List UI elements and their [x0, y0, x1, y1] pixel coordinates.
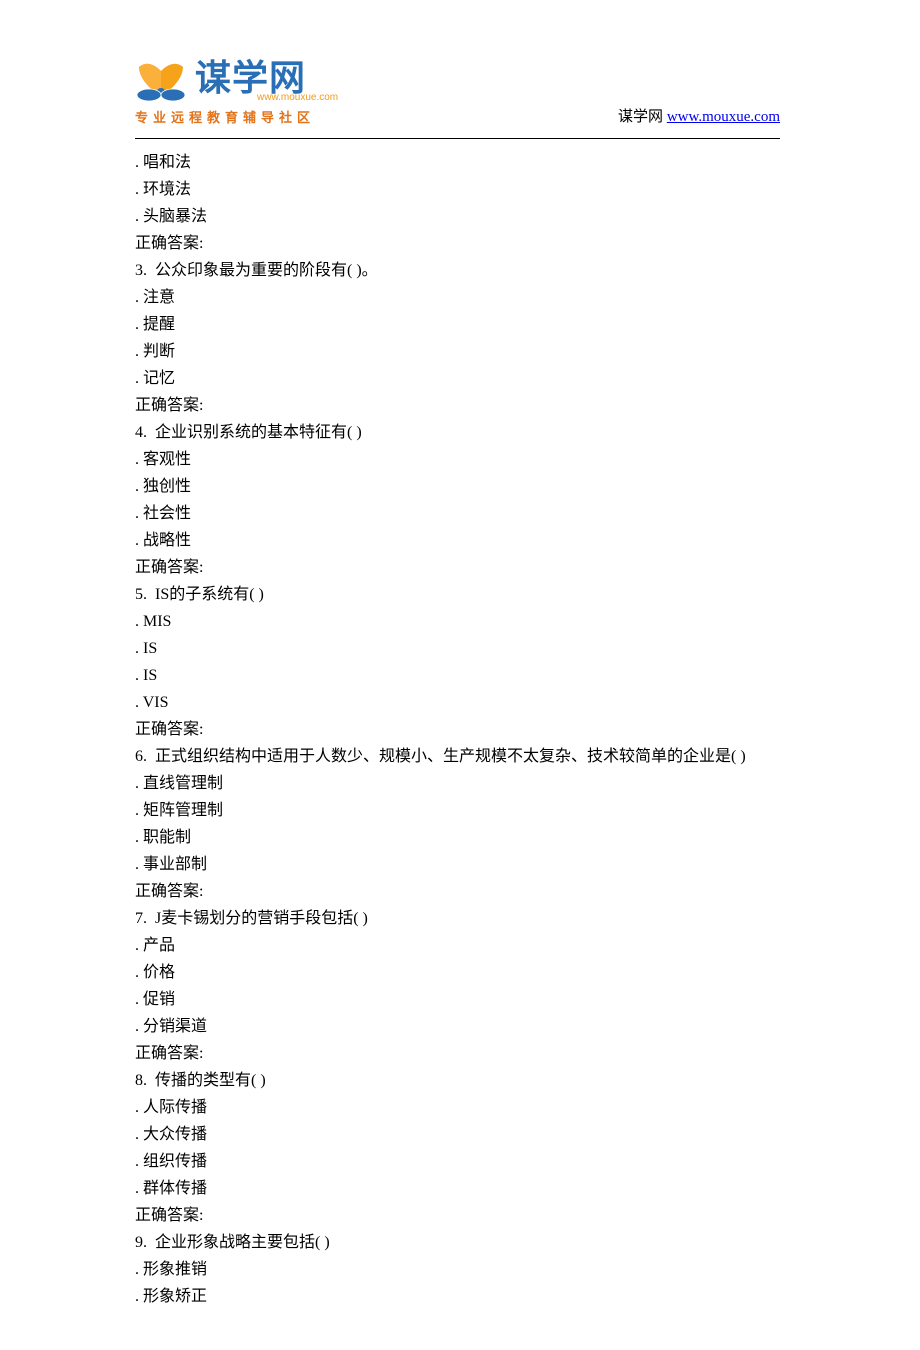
body-line: . 形象推销: [135, 1256, 780, 1283]
body-line: . 事业部制: [135, 851, 780, 878]
body-line: . 头脑暴法: [135, 203, 780, 230]
body-line: . 判断: [135, 338, 780, 365]
body-line: . 群体传播: [135, 1175, 780, 1202]
body-line: 8. 传播的类型有( ): [135, 1067, 780, 1094]
body-line: . 人际传播: [135, 1094, 780, 1121]
body-line: . 组织传播: [135, 1148, 780, 1175]
body-line: . 唱和法: [135, 149, 780, 176]
body-line: . 注意: [135, 284, 780, 311]
page-header: 谋学网 www.mouxue.com 专业远程教育辅导社区 谋学网 www.mo…: [0, 60, 920, 132]
body-line: . 战略性: [135, 527, 780, 554]
body-line: . 产品: [135, 932, 780, 959]
body-line: . 直线管理制: [135, 770, 780, 797]
logo-row: 谋学网 www.mouxue.com: [135, 60, 338, 103]
body-line: 正确答案:: [135, 392, 780, 419]
body-line: 正确答案:: [135, 878, 780, 905]
body-line: 3. 公众印象最为重要的阶段有( )。: [135, 257, 780, 284]
body-line: . 职能制: [135, 824, 780, 851]
body-line: . 形象矫正: [135, 1283, 780, 1310]
body-line: 5. IS的子系统有( ): [135, 581, 780, 608]
document-page: 谋学网 www.mouxue.com 专业远程教育辅导社区 谋学网 www.mo…: [0, 0, 920, 1350]
body-line: . 提醒: [135, 311, 780, 338]
site-link[interactable]: www.mouxue.com: [667, 109, 780, 125]
body-line: . 价格: [135, 959, 780, 986]
logo-title: 谋学网: [195, 60, 338, 96]
document-body: . 唱和法. 环境法. 头脑暴法正确答案:3. 公众印象最为重要的阶段有( )。…: [0, 149, 920, 1310]
body-line: . 社会性: [135, 500, 780, 527]
body-line: . 独创性: [135, 473, 780, 500]
body-line: 正确答案:: [135, 230, 780, 257]
body-line: . 记忆: [135, 365, 780, 392]
body-line: . IS: [135, 662, 780, 689]
body-line: . 矩阵管理制: [135, 797, 780, 824]
body-line: . 分销渠道: [135, 1013, 780, 1040]
body-line: 9. 企业形象战略主要包括( ): [135, 1229, 780, 1256]
body-line: . 客观性: [135, 446, 780, 473]
site-logo: 谋学网 www.mouxue.com 专业远程教育辅导社区: [135, 60, 338, 126]
body-line: 正确答案:: [135, 1202, 780, 1229]
body-line: . 环境法: [135, 176, 780, 203]
body-line: . IS: [135, 635, 780, 662]
body-line: . VIS: [135, 689, 780, 716]
body-line: 6. 正式组织结构中适用于人数少、规模小、生产规模不太复杂、技术较简单的企业是(…: [135, 743, 780, 770]
body-line: 4. 企业识别系统的基本特征有( ): [135, 419, 780, 446]
header-divider: [135, 138, 780, 139]
body-line: . 促销: [135, 986, 780, 1013]
body-line: . MIS: [135, 608, 780, 635]
body-line: 正确答案:: [135, 1040, 780, 1067]
logo-tagline: 专业远程教育辅导社区: [135, 107, 315, 126]
body-line: 正确答案:: [135, 554, 780, 581]
logo-icon: [135, 61, 187, 103]
site-reference: 谋学网 www.mouxue.com: [618, 105, 780, 126]
body-line: . 大众传播: [135, 1121, 780, 1148]
logo-text-block: 谋学网 www.mouxue.com: [195, 60, 338, 103]
site-label: 谋学网: [618, 109, 663, 125]
body-line: 正确答案:: [135, 716, 780, 743]
logo-subtitle: www.mouxue.com: [257, 92, 338, 103]
body-line: 7. J麦卡锡划分的营销手段包括( ): [135, 905, 780, 932]
